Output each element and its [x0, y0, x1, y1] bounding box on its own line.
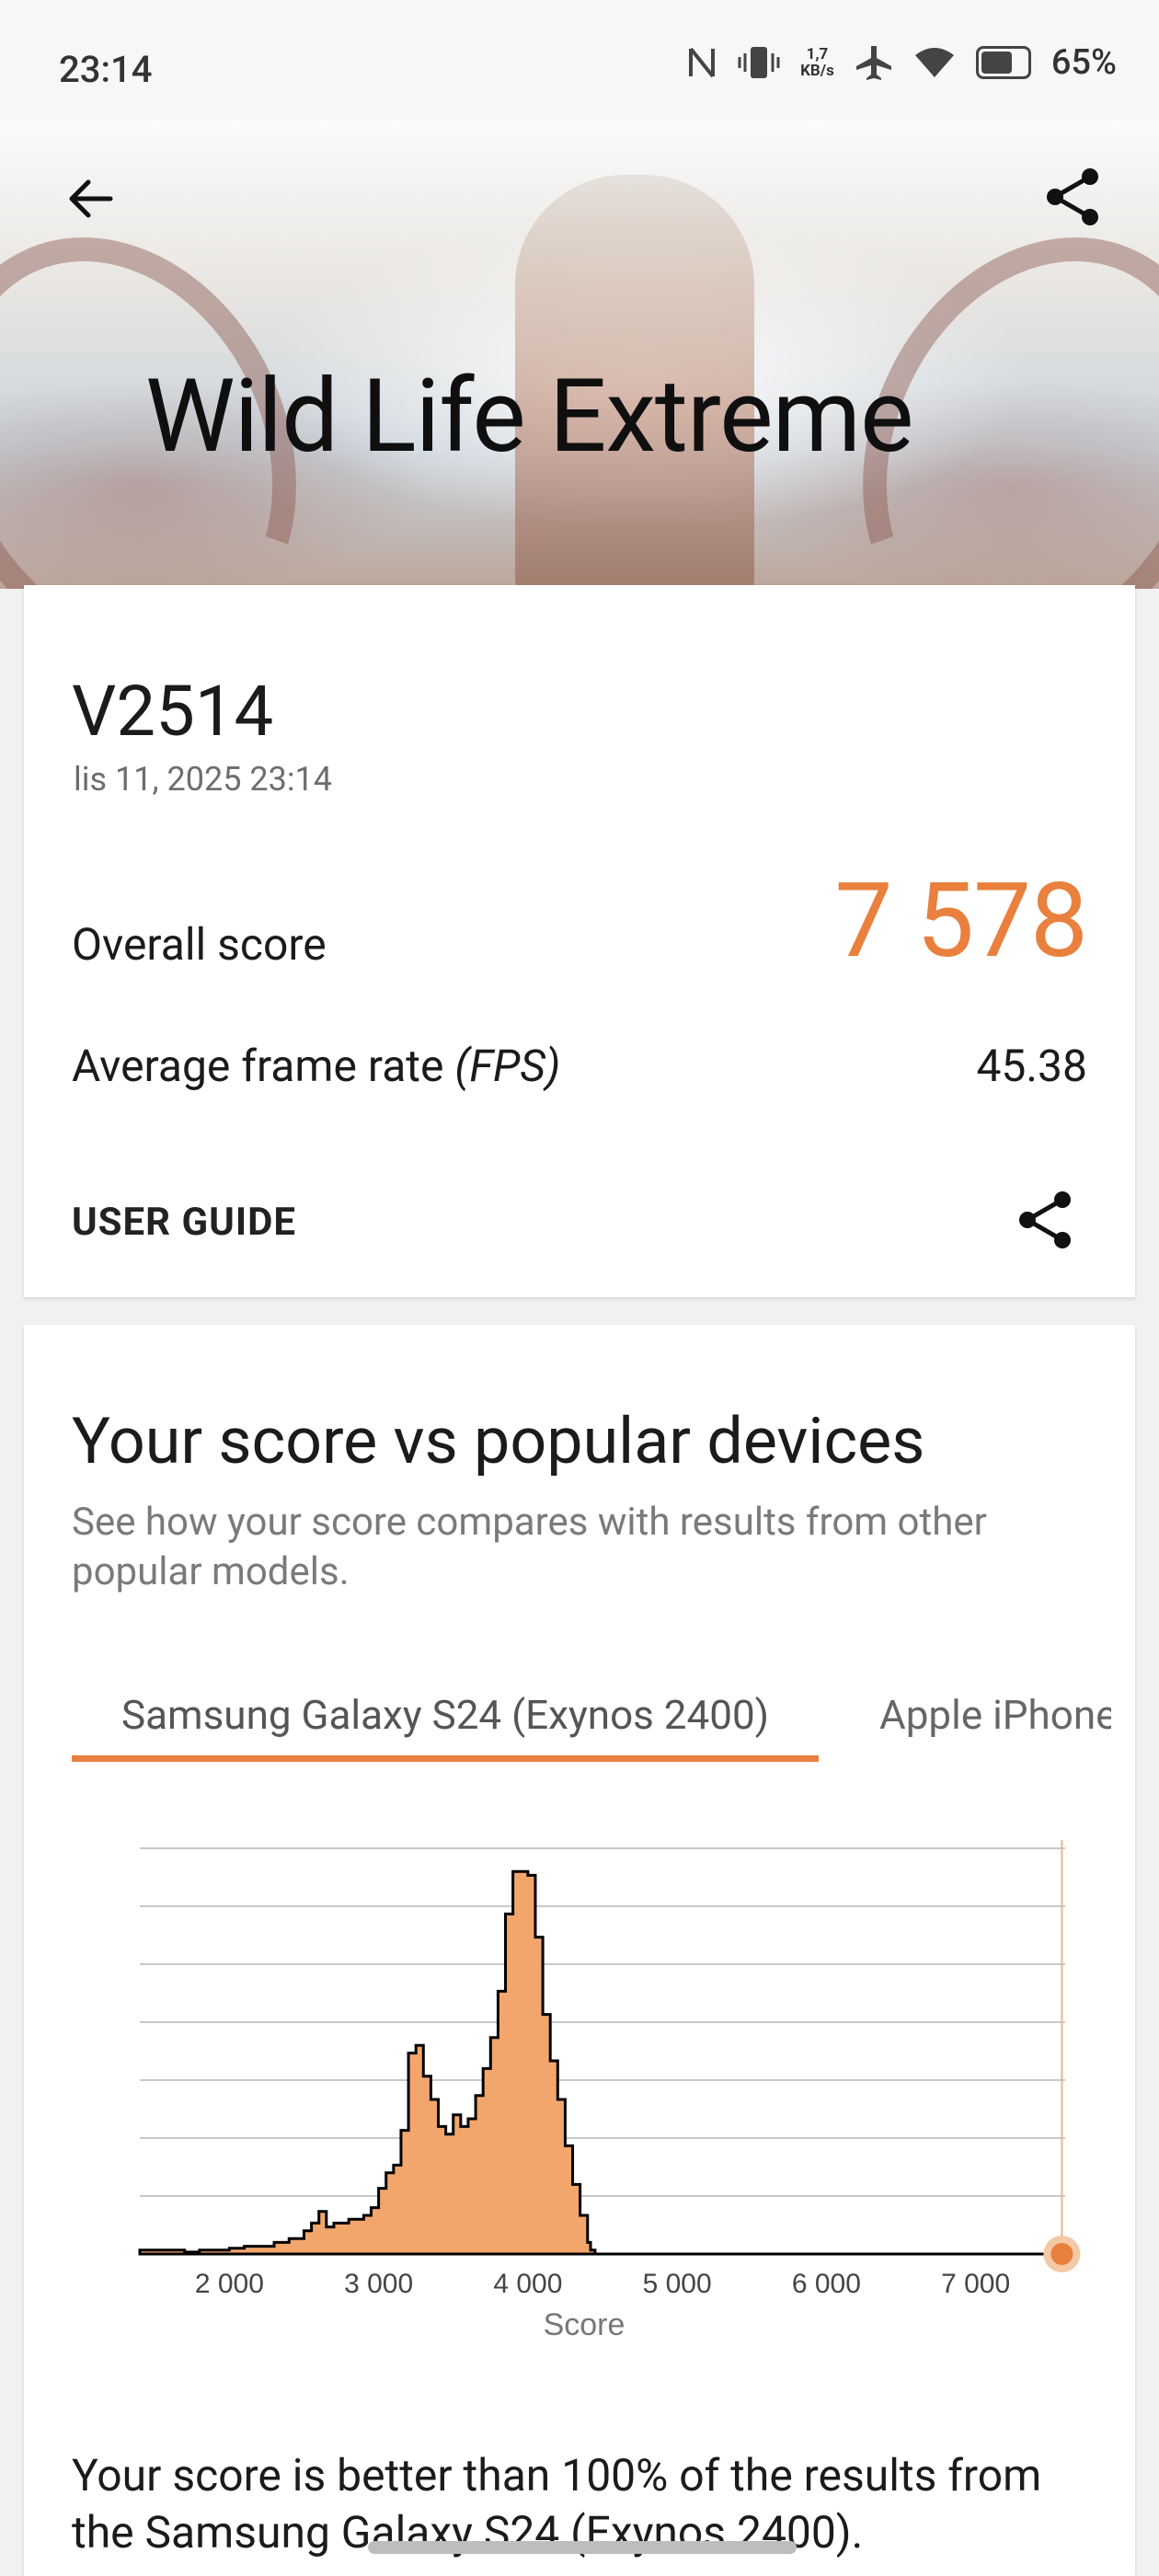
device-tabs: Samsung Galaxy S24 (Exynos 2400) Apple i…: [72, 1674, 1111, 1766]
airplane-icon: [855, 46, 891, 80]
back-button[interactable]: [53, 162, 127, 236]
fps-label: Average frame rate (FPS): [72, 1040, 560, 1092]
tab-samsung-galaxy-s24[interactable]: Samsung Galaxy S24 (Exynos 2400): [72, 1674, 819, 1762]
comparison-subtitle: See how your score compares with results…: [72, 1500, 987, 1594]
result-share-button[interactable]: [1012, 1187, 1078, 1253]
fps-label-text: Average frame rate: [72, 1040, 455, 1092]
result-card: V2514 lis 11, 2025 23:14 Overall score 7…: [24, 585, 1135, 1297]
x-tick-label: 5 000: [643, 2269, 712, 2299]
user-guide-button[interactable]: USER GUIDE: [72, 1200, 296, 1245]
x-tick-label: 7 000: [941, 2269, 1010, 2299]
network-speed-unit: KB/s: [800, 62, 834, 80]
fps-value: 45.38: [976, 1040, 1087, 1092]
x-tick-label: 3 000: [344, 2269, 413, 2299]
comparison-card: Your score vs popular devices See how yo…: [24, 1325, 1135, 2576]
score-distribution-chart: 2 000 3 000 4 000 5 000 6 000 7 000 Score: [138, 1840, 1081, 2342]
home-indicator: [368, 2541, 797, 2554]
x-tick-label: 4 000: [493, 2269, 562, 2299]
battery-percent: 65%: [1050, 42, 1117, 83]
x-tick-label: 6 000: [792, 2269, 861, 2299]
share-button[interactable]: [1036, 160, 1109, 234]
nfc-icon: [689, 47, 716, 78]
status-bar: 23:14 1,7 KB/s 65%: [0, 0, 1159, 120]
vibrate-icon: [738, 47, 780, 78]
overall-score-label: Overall score: [72, 918, 327, 971]
arrow-left-icon: [69, 179, 113, 218]
device-name: V2514: [72, 670, 274, 753]
x-axis-label: Score: [544, 2307, 625, 2342]
tab-apple-iphone[interactable]: Apple iPhone: [879, 1674, 1111, 1755]
share-icon: [1019, 1191, 1071, 1248]
share-icon: [1047, 168, 1098, 225]
status-time: 23:14: [59, 48, 153, 91]
page-title: Wild Life Extreme: [145, 357, 913, 476]
status-icons: 1,7 KB/s 65%: [686, 42, 1117, 83]
network-speed-value: 1,7: [806, 45, 829, 63]
network-speed: 1,7 KB/s: [800, 46, 834, 79]
hero-banner: Wild Life Extreme: [0, 120, 1159, 589]
comparison-title: Your score vs popular devices: [72, 1404, 925, 1479]
fps-label-unit: (FPS): [454, 1040, 561, 1092]
your-score-marker: [1050, 2243, 1073, 2265]
wifi-icon: [914, 48, 954, 77]
battery-icon: [975, 46, 1031, 79]
result-date: lis 11, 2025 23:14: [74, 760, 333, 799]
x-tick-label: 2 000: [195, 2269, 264, 2299]
overall-score-value: 7 578: [834, 861, 1088, 982]
